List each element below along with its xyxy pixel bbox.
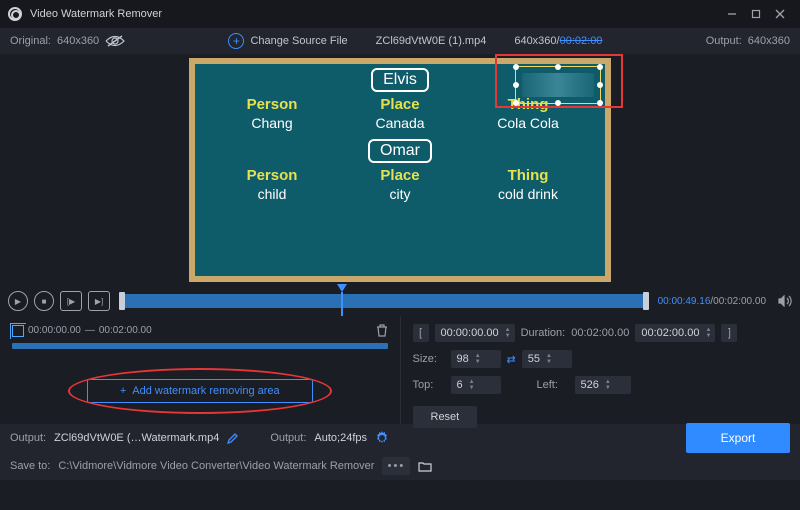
reset-button[interactable]: Reset bbox=[413, 406, 478, 428]
app-title: Video Watermark Remover bbox=[30, 8, 162, 20]
original-label: Original: bbox=[10, 35, 51, 47]
output-format-label: Output: bbox=[270, 432, 306, 444]
left-input[interactable]: 526▲▼ bbox=[575, 376, 631, 394]
resize-handle[interactable] bbox=[555, 64, 561, 70]
add-area-label: Add watermark removing area bbox=[132, 385, 279, 397]
width-input[interactable]: 98▲▼ bbox=[451, 350, 501, 368]
add-watermark-area-button[interactable]: + Add watermark removing area bbox=[87, 379, 313, 403]
edit-filename-icon[interactable] bbox=[227, 433, 238, 444]
delete-area-button[interactable] bbox=[376, 324, 388, 337]
resize-handle[interactable] bbox=[513, 64, 519, 70]
output-file-label: Output: bbox=[10, 432, 46, 444]
resize-handle[interactable] bbox=[597, 100, 603, 106]
size-label: Size: bbox=[413, 353, 445, 365]
original-dim: 640x360 bbox=[57, 35, 99, 47]
blur-preview bbox=[522, 73, 594, 97]
resize-handle[interactable] bbox=[597, 64, 603, 70]
plus-circle-icon: + bbox=[228, 33, 244, 49]
link-aspect-icon[interactable]: ⇄ bbox=[507, 353, 516, 366]
output-file-name: ZCl69dVtW0E (…Watermark.mp4 bbox=[54, 432, 219, 444]
time-display: 00:00:49.16/00:02:00.00 bbox=[658, 296, 766, 307]
areas-panel: 00:00:00.00 — 00:02:00.00 + Add watermar… bbox=[0, 316, 401, 424]
output-label: Output: bbox=[706, 35, 742, 47]
play-button[interactable]: ▶ bbox=[8, 291, 28, 311]
title-bar: Video Watermark Remover bbox=[0, 0, 800, 28]
maximize-button[interactable] bbox=[744, 4, 768, 24]
area-range-track[interactable] bbox=[12, 343, 388, 349]
controls-panel: [ 00:00:00.00▲▼ Duration: 00:02:00.00 00:… bbox=[401, 316, 800, 424]
visibility-toggle-icon[interactable] bbox=[105, 34, 125, 48]
top-label: Top: bbox=[413, 379, 445, 391]
stop-button[interactable]: ■ bbox=[34, 291, 54, 311]
app-logo-icon bbox=[8, 7, 22, 21]
resize-handle[interactable] bbox=[597, 82, 603, 88]
slide-name-1: Elvis bbox=[371, 68, 429, 92]
resize-handle[interactable] bbox=[513, 100, 519, 106]
top-input[interactable]: 6▲▼ bbox=[451, 376, 501, 394]
bracket-in-button[interactable]: [ bbox=[413, 324, 429, 342]
playhead[interactable] bbox=[337, 284, 347, 292]
range-end: 00:02:00.00 bbox=[99, 325, 152, 336]
browse-path-button[interactable]: ••• bbox=[382, 457, 410, 475]
open-folder-icon[interactable] bbox=[418, 461, 432, 472]
output-bar: Output: ZCl69dVtW0E (…Watermark.mp4 Outp… bbox=[0, 424, 800, 452]
duration-value: 00:02:00.00 bbox=[571, 327, 629, 339]
video-preview[interactable]: Elvis PersonChang PlaceCanada ThingCola … bbox=[189, 58, 611, 282]
plus-icon: + bbox=[120, 385, 126, 397]
end-time-input[interactable]: 00:02:00.00▲▼ bbox=[635, 324, 715, 342]
output-dim: 640x360 bbox=[748, 35, 790, 47]
crop-icon bbox=[12, 325, 24, 337]
volume-icon[interactable] bbox=[778, 295, 792, 307]
resize-handle[interactable] bbox=[513, 82, 519, 88]
export-button[interactable]: Export bbox=[686, 423, 790, 453]
resize-handle[interactable] bbox=[555, 100, 561, 106]
slide-name-2: Omar bbox=[368, 139, 432, 163]
close-button[interactable] bbox=[768, 4, 792, 24]
output-format-value: Auto;24fps bbox=[314, 432, 367, 444]
timeline-track[interactable] bbox=[122, 294, 646, 308]
step-back-button[interactable]: [▶ bbox=[60, 291, 82, 311]
minimize-button[interactable] bbox=[720, 4, 744, 24]
step-fwd-button[interactable]: ▶] bbox=[88, 291, 110, 311]
source-bar: Original: 640x360 + Change Source File Z… bbox=[0, 28, 800, 54]
height-input[interactable]: 55▲▼ bbox=[522, 350, 572, 368]
save-path: C:\Vidmore\Vidmore Video Converter\Video… bbox=[58, 460, 374, 472]
range-start: 00:00:00.00 bbox=[28, 325, 81, 336]
bracket-out-button[interactable]: ] bbox=[721, 324, 737, 342]
left-label: Left: bbox=[537, 379, 569, 391]
source-filename: ZCl69dVtW0E (1).mp4 bbox=[376, 35, 487, 47]
save-to-label: Save to: bbox=[10, 460, 50, 472]
change-source-label: Change Source File bbox=[250, 35, 347, 47]
save-bar: Save to: C:\Vidmore\Vidmore Video Conver… bbox=[0, 452, 800, 480]
watermark-selection-box[interactable] bbox=[515, 66, 601, 104]
duration-label: Duration: bbox=[521, 327, 566, 339]
preview-stage: Elvis PersonChang PlaceCanada ThingCola … bbox=[0, 54, 800, 286]
start-time-input[interactable]: 00:00:00.00▲▼ bbox=[435, 324, 515, 342]
change-source-button[interactable]: + Change Source File bbox=[228, 33, 347, 49]
output-settings-icon[interactable] bbox=[375, 431, 389, 445]
source-dimensions: 640x360/00:02:00 bbox=[514, 35, 602, 47]
transport-bar: ▶ ■ [▶ ▶] 00:00:49.16/00:02:00.00 bbox=[0, 286, 800, 316]
